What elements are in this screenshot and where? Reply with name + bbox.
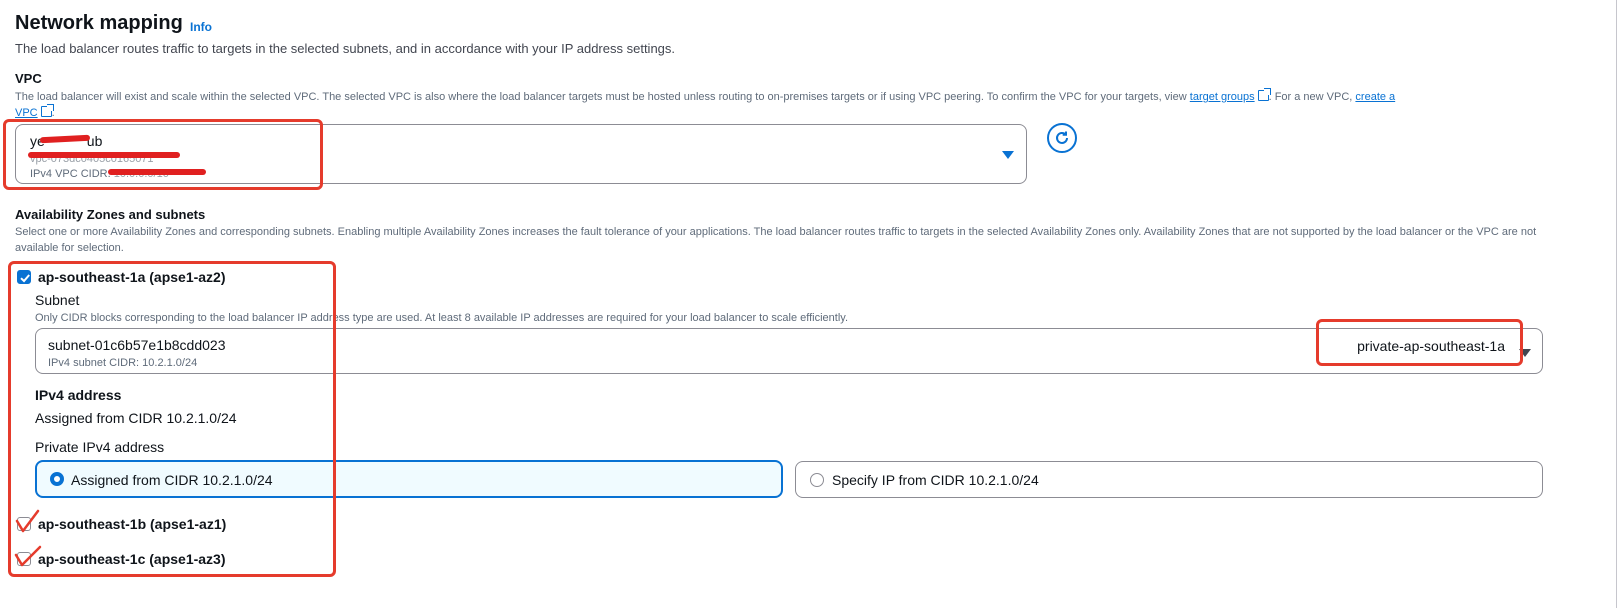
refresh-button[interactable] <box>1047 123 1077 153</box>
vpc-label: VPC <box>15 71 42 86</box>
external-link-icon <box>1257 88 1271 101</box>
target-groups-link[interactable]: target groups <box>1190 88 1271 103</box>
external-link-icon <box>40 104 54 117</box>
section-description: The load balancer routes traffic to targ… <box>15 41 676 56</box>
radio-specify-label: Specify IP from CIDR 10.2.1.0/24 <box>832 472 1039 488</box>
panel-border <box>1616 0 1617 608</box>
radio-specify-ip[interactable]: Specify IP from CIDR 10.2.1.0/24 <box>795 461 1543 498</box>
annotation-box <box>3 119 323 190</box>
az-label: Availability Zones and subnets <box>15 207 206 222</box>
az-description: Select one or more Availability Zones an… <box>15 226 1537 254</box>
vpc-description-text: The load balancer will exist and scale w… <box>15 91 1187 103</box>
annotation-check <box>15 509 40 533</box>
create-vpc-link-2[interactable]: VPC <box>15 107 38 119</box>
annotation-checkmarks <box>14 509 42 567</box>
radio-unselected-icon <box>810 473 824 487</box>
refresh-icon <box>1056 131 1068 144</box>
annotation-box <box>8 261 336 577</box>
info-link[interactable]: Info <box>190 20 212 34</box>
vpc-description: The load balancer will exist and scale w… <box>15 88 1396 119</box>
section-title: Network mapping <box>15 12 183 34</box>
create-vpc-link[interactable]: create a <box>1355 91 1395 103</box>
annotation-box <box>1316 319 1523 366</box>
chevron-down-icon <box>1002 151 1014 159</box>
annotation-check <box>14 545 42 567</box>
vpc-description-text-2: . For a new VPC, <box>1268 91 1353 103</box>
